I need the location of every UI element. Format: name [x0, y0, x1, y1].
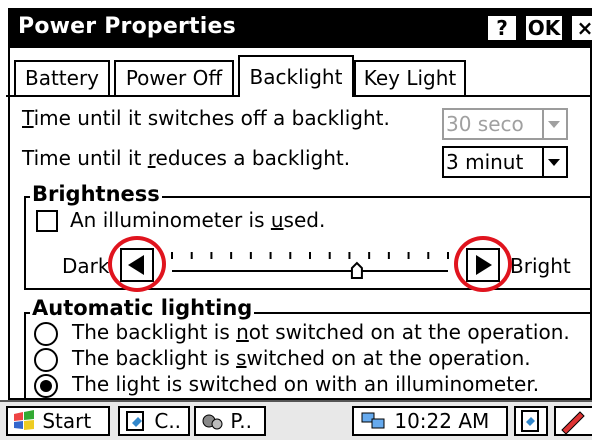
ok-button[interactable]: OK — [524, 14, 564, 42]
close-button[interactable]: × — [570, 14, 592, 42]
automatic-lighting-title: Automatic lighting — [30, 296, 255, 320]
switch-off-value: 30 seco — [446, 112, 524, 136]
brightness-title: Brightness — [30, 182, 162, 206]
network-icon — [361, 412, 385, 428]
option-switched-label: The backlight is switched on at the oper… — [72, 346, 531, 370]
option-illuminometer-label: The light is switched on with an illumin… — [72, 372, 540, 396]
chevron-down-icon[interactable] — [542, 110, 566, 138]
switch-off-label: Time until it switches off a backlight. — [22, 106, 390, 130]
title-bar: Power Properties ? OK × — [10, 10, 592, 48]
dark-label: Dark — [62, 254, 110, 278]
illuminometer-label: An illuminometer is used. — [70, 208, 326, 232]
task-button-control-panel[interactable]: C.. — [118, 406, 190, 436]
reduce-select[interactable]: 3 minut — [442, 146, 568, 178]
start-button[interactable]: Start — [6, 406, 110, 436]
help-button[interactable]: ? — [486, 14, 518, 42]
switch-off-select[interactable]: 30 seco — [442, 108, 568, 140]
tray-icon-button-1[interactable] — [514, 406, 548, 436]
pen-icon — [561, 411, 585, 434]
control-panel-icon — [126, 410, 144, 431]
power-settings-icon — [202, 414, 223, 429]
window-title: Power Properties — [18, 14, 236, 39]
tray-icon-button-2[interactable] — [554, 406, 592, 436]
windows-logo-icon — [14, 409, 34, 430]
radio-not-switched-on[interactable] — [34, 322, 58, 346]
chevron-down-icon[interactable] — [542, 148, 566, 176]
tab-power-off[interactable]: Power Off — [114, 60, 234, 96]
clock-area[interactable]: 10:22 AM — [352, 406, 508, 436]
brightness-slider[interactable] — [160, 244, 460, 284]
task2-label: P.. — [230, 409, 253, 433]
radio-selected-dot — [40, 380, 52, 392]
illuminometer-checkbox[interactable] — [36, 210, 58, 232]
radio-illuminometer[interactable] — [34, 374, 58, 398]
task1-label: C.. — [154, 409, 182, 433]
clock-label: 10:22 AM — [394, 409, 490, 433]
tab-battery[interactable]: Battery — [14, 60, 110, 96]
reduce-label: Time until it reduces a backlight. — [22, 146, 351, 170]
taskbar: Start C.. P.. 10:22 AM — [0, 400, 592, 440]
bright-label: Bright — [510, 254, 571, 278]
tab-key-light[interactable]: Key Light — [354, 60, 466, 96]
reduce-value: 3 minut — [446, 150, 524, 174]
radio-switched-on[interactable] — [34, 348, 58, 372]
highlight-circle-left — [108, 236, 166, 292]
start-label: Start — [42, 409, 92, 433]
task-button-power[interactable]: P.. — [194, 406, 266, 436]
document-icon — [521, 410, 539, 432]
option-not-switched-label: The backlight is not switched on at the … — [72, 320, 570, 344]
highlight-circle-right — [454, 236, 512, 292]
tab-backlight[interactable]: Backlight — [238, 55, 354, 97]
slider-thumb[interactable] — [350, 261, 363, 279]
slider-ticks — [171, 252, 449, 259]
